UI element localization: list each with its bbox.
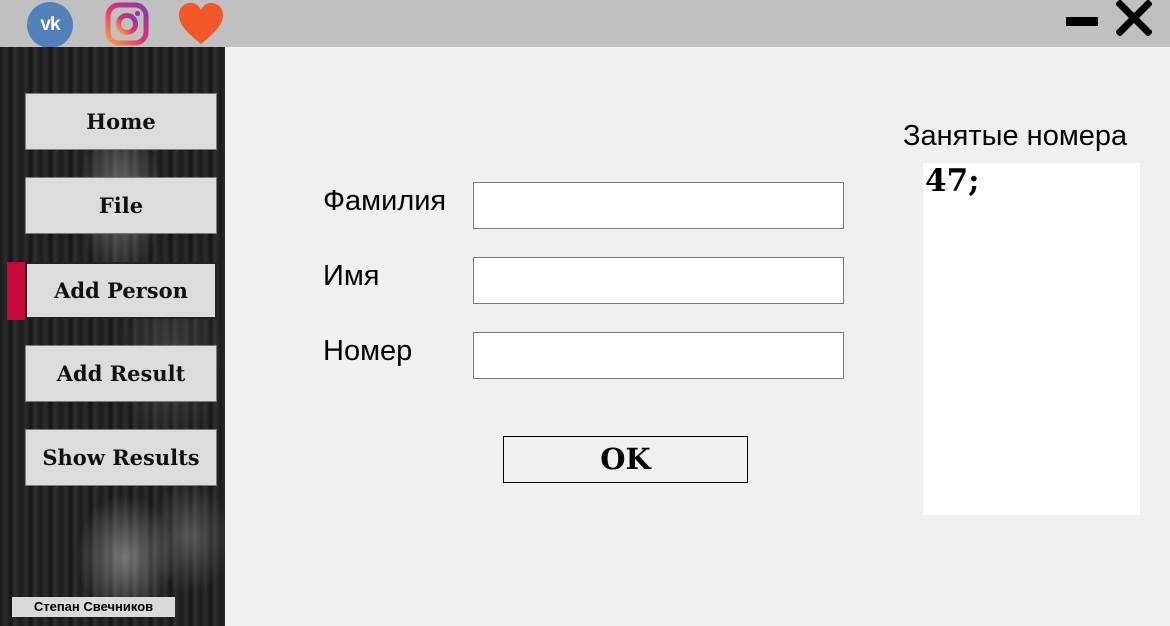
sidebar-item-add-result[interactable]: Add Result <box>25 345 217 402</box>
heart-icon[interactable] <box>178 2 223 46</box>
name-input[interactable] <box>473 257 844 304</box>
vk-logo-text: vk <box>40 14 60 35</box>
vk-icon[interactable]: vk <box>27 2 73 48</box>
sidebar-item-file[interactable]: File <box>25 177 217 234</box>
author-label: Степан Свечников <box>12 597 175 617</box>
surname-label: Фамилия <box>323 185 447 217</box>
occupied-numbers-title: Занятые номера <box>903 120 1128 152</box>
sidebar: Home File Add Person Add Result Show Res… <box>0 47 225 626</box>
active-item-marker <box>7 262 25 320</box>
sidebar-item-home[interactable]: Home <box>25 93 217 150</box>
title-bar: vk <box>0 0 1170 48</box>
minimize-icon[interactable] <box>1066 17 1098 26</box>
close-icon[interactable] <box>1115 0 1153 37</box>
occupied-numbers-box: 47; <box>923 163 1140 515</box>
sidebar-item-show-results[interactable]: Show Results <box>25 429 217 486</box>
number-label: Номер <box>323 335 413 367</box>
ok-button[interactable]: OK <box>503 436 748 483</box>
name-label: Имя <box>323 260 380 292</box>
occupied-numbers-text: 47; <box>925 163 980 199</box>
surname-input[interactable] <box>473 182 844 229</box>
sidebar-item-add-person[interactable]: Add Person <box>25 262 217 319</box>
instagram-icon[interactable] <box>105 2 149 46</box>
number-input[interactable] <box>473 332 844 379</box>
